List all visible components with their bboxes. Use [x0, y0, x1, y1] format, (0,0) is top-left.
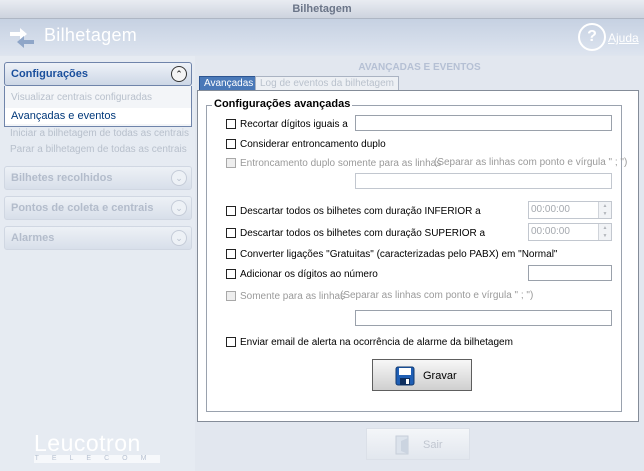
arrows-icon	[10, 28, 34, 48]
chevron-down-icon[interactable]: ⌄	[171, 230, 187, 246]
checkbox[interactable]	[226, 269, 236, 279]
logo-subtext: TELECOM	[34, 455, 160, 463]
checkbox[interactable]	[226, 119, 236, 129]
option-label: Descartar todos os bilhetes com duração …	[240, 206, 481, 217]
spin-down-icon[interactable]: ▼	[599, 232, 611, 240]
sidebar-section-alarmes[interactable]: Alarmes ⌄	[4, 226, 192, 250]
option-label: Entroncamento duplo somente para as linh…	[240, 158, 442, 169]
spin-down-icon[interactable]: ▼	[599, 210, 611, 218]
sidebar-item-visualizar-centrais[interactable]: Visualizar centrais configuradas	[11, 92, 152, 103]
lines-hint: (Separar as linhas com ponto e vírgula "…	[340, 290, 534, 301]
tab-panel: Configurações avançadas Recortar dígitos…	[197, 90, 639, 422]
section-label: Pontos de coleta e centrais	[11, 202, 154, 214]
save-button[interactable]: Gravar	[372, 359, 472, 391]
trunk-lines-input[interactable]	[355, 173, 612, 189]
spin-buttons[interactable]: ▲ ▼	[598, 202, 611, 218]
exit-button[interactable]: Sair	[366, 428, 470, 460]
help-button[interactable]: ? Ajuda	[578, 23, 640, 51]
option-label: Converter ligações "Gratuitas" (caracter…	[240, 249, 558, 260]
checkbox[interactable]	[226, 337, 236, 347]
option-label: Enviar email de alerta na ocorrência de …	[240, 337, 513, 348]
option-label: Recortar dígitos iguais a	[240, 119, 348, 130]
save-label: Gravar	[423, 370, 457, 382]
help-icon: ?	[578, 23, 606, 51]
checkbox[interactable]	[226, 249, 236, 259]
help-label: Ajuda	[608, 31, 639, 45]
sidebar-submenu: Visualizar centrais configuradas Avançad…	[4, 86, 192, 127]
checkbox[interactable]	[226, 291, 236, 301]
add-digits-input[interactable]	[528, 265, 612, 281]
section-label: Alarmes	[11, 232, 55, 244]
digits-input[interactable]	[355, 115, 612, 131]
lines-hint: (Separar as linhas com ponto e vírgula "…	[434, 157, 628, 168]
chevron-up-icon[interactable]: ⌃	[171, 66, 187, 82]
door-exit-icon	[395, 435, 409, 455]
time-value: 00:00:00	[531, 204, 570, 215]
sidebar-section-configuracoes[interactable]: Configurações ⌃	[4, 62, 192, 86]
checkbox[interactable]	[226, 139, 236, 149]
section-label: Bilhetes recolhidos	[11, 172, 113, 184]
logo-text: Leucotron	[34, 430, 141, 456]
window-title: Bilhetagem	[0, 0, 644, 19]
time-value: 00:00:00	[531, 226, 570, 237]
time-inferior-stepper[interactable]: 00:00:00 ▲ ▼	[528, 201, 612, 219]
spin-up-icon[interactable]: ▲	[599, 224, 611, 232]
sidebar-section-pontos[interactable]: Pontos de coleta e centrais ⌄	[4, 196, 192, 220]
sidebar-section-bilhetes[interactable]: Bilhetes recolhidos ⌄	[4, 166, 192, 190]
sidebar-item-avancadas-eventos[interactable]: Avançadas e eventos	[5, 108, 191, 124]
tab-log-eventos[interactable]: Log de eventos da bilhetagem	[255, 76, 399, 91]
main-content: AVANÇADAS E EVENTOS Avançadas Log de eve…	[195, 56, 644, 471]
option-label: Considerar entroncamento duplo	[240, 139, 386, 150]
spin-up-icon[interactable]: ▲	[599, 202, 611, 210]
sidebar-item-parar-bilhetagem[interactable]: Parar a bilhetagem de todas as centrais	[10, 144, 187, 155]
floppy-disk-icon	[395, 366, 415, 386]
spin-buttons[interactable]: ▲ ▼	[598, 224, 611, 240]
time-superior-stepper[interactable]: 00:00:00 ▲ ▼	[528, 223, 612, 241]
option-label: Somente para as linhas	[240, 291, 346, 302]
option-label: Descartar todos os bilhetes com duração …	[240, 228, 486, 239]
lines-input[interactable]	[355, 310, 612, 326]
chevron-down-icon[interactable]: ⌄	[171, 170, 187, 186]
app-title: Bilhetagem	[44, 25, 138, 45]
group-title: Configurações avançadas	[212, 98, 353, 110]
app-header: Bilhetagem ? Ajuda	[0, 19, 644, 55]
exit-label: Sair	[423, 439, 443, 451]
sidebar: Configurações ⌃ Visualizar centrais conf…	[0, 56, 195, 471]
company-logo: Leucotron TELECOM	[34, 430, 164, 463]
checkbox[interactable]	[226, 206, 236, 216]
sidebar-item-iniciar-bilhetagem[interactable]: Iniciar a bilhetagem de todas as centrai…	[10, 128, 189, 139]
page-title: AVANÇADAS E EVENTOS	[358, 62, 481, 73]
checkbox[interactable]	[226, 158, 236, 168]
chevron-down-icon[interactable]: ⌄	[171, 200, 187, 216]
option-label: Adicionar os dígitos ao número	[240, 269, 378, 280]
checkbox[interactable]	[226, 228, 236, 238]
section-label: Configurações	[11, 68, 89, 80]
